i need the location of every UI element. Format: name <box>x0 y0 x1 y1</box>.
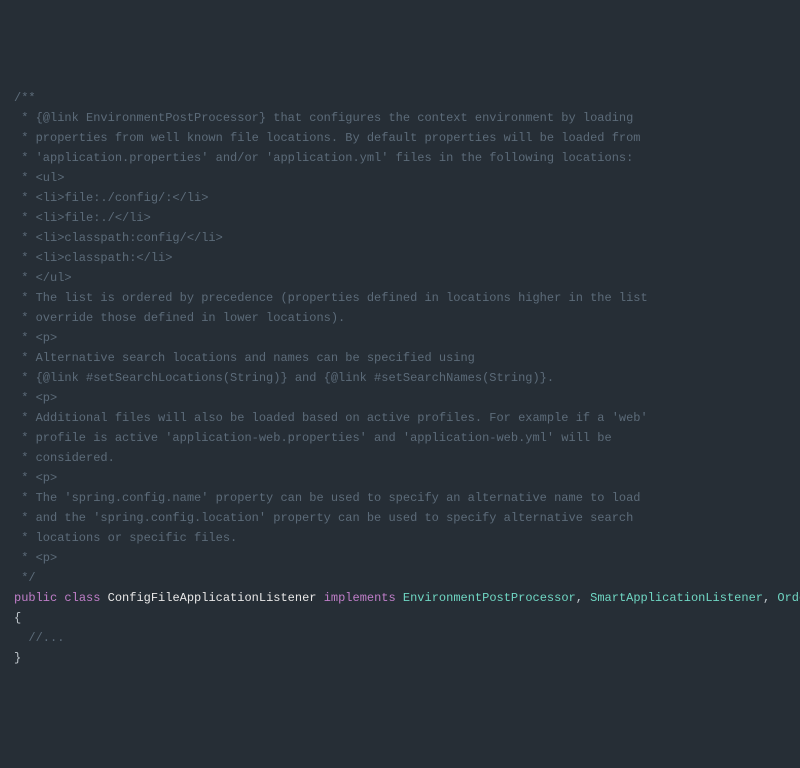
interface-name: EnvironmentPostProcessor <box>403 591 576 605</box>
comment-line: * </ul> <box>14 268 786 288</box>
comment-line: * 'application.properties' and/or 'appli… <box>14 148 786 168</box>
comment-line: * <li>file:./config/:</li> <box>14 188 786 208</box>
comment-line: * profile is active 'application-web.pro… <box>14 428 786 448</box>
comment-line: * <li>classpath:</li> <box>14 248 786 268</box>
comment-line: * <p> <box>14 468 786 488</box>
comment-line: * properties from well known file locati… <box>14 128 786 148</box>
comment-line: * <p> <box>14 328 786 348</box>
comment-line: * The 'spring.config.name' property can … <box>14 488 786 508</box>
comma: , <box>576 591 583 605</box>
code-block: /** * {@link EnvironmentPostProcessor} t… <box>14 88 786 668</box>
brace-open: { <box>14 608 786 628</box>
comment-line: * locations or specific files. <box>14 528 786 548</box>
body-comment: //... <box>14 628 786 648</box>
comment-line: /** <box>14 88 786 108</box>
comment-line: * Alternative search locations and names… <box>14 348 786 368</box>
class-name: ConfigFileApplicationListener <box>108 591 317 605</box>
comment-line: * The list is ordered by precedence (pro… <box>14 288 786 308</box>
comment-line: * {@link #setSearchLocations(String)} an… <box>14 368 786 388</box>
comment-line: * and the 'spring.config.location' prope… <box>14 508 786 528</box>
comma: , <box>763 591 770 605</box>
comment-line: * <ul> <box>14 168 786 188</box>
comment-line: * <li>classpath:config/</li> <box>14 228 786 248</box>
comment-line: * considered. <box>14 448 786 468</box>
comment-line: * <p> <box>14 388 786 408</box>
keyword-public: public <box>14 591 57 605</box>
interface-name: SmartApplicationListener <box>590 591 763 605</box>
brace-close: } <box>14 648 786 668</box>
comment-line: * {@link EnvironmentPostProcessor} that … <box>14 108 786 128</box>
comment-line: * override those defined in lower locati… <box>14 308 786 328</box>
keyword-class: class <box>64 591 100 605</box>
keyword-implements: implements <box>324 591 396 605</box>
comment-line: * <p> <box>14 548 786 568</box>
comment-line: * <li>file:./</li> <box>14 208 786 228</box>
class-declaration: public class ConfigFileApplicationListen… <box>14 588 786 608</box>
comment-line: * Additional files will also be loaded b… <box>14 408 786 428</box>
comment-line: */ <box>14 568 786 588</box>
interface-name: Ordered <box>777 591 800 605</box>
